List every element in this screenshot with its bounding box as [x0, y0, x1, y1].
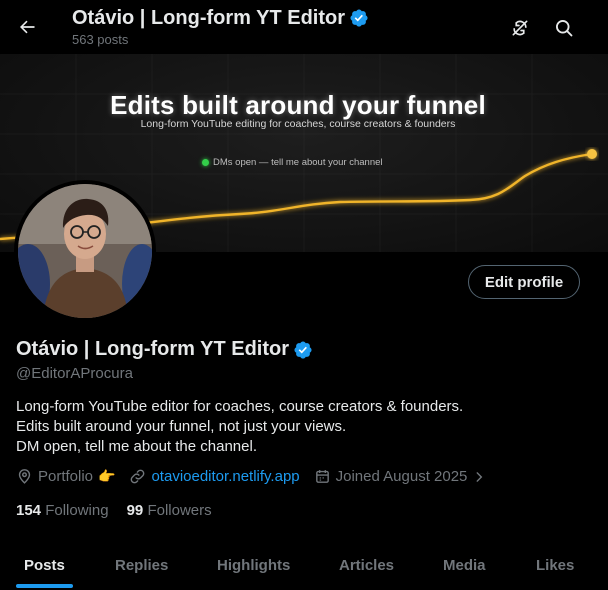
- banner-headline: Edits built around your funnel: [110, 90, 486, 120]
- no-refresh-icon: [512, 20, 528, 36]
- chevron-right-icon: [476, 471, 483, 482]
- followers-link[interactable]: 99 Followers: [127, 502, 212, 519]
- location-pin-icon: [18, 469, 31, 484]
- tab-highlights[interactable]: Highlights: [217, 540, 290, 590]
- edit-profile-button[interactable]: Edit profile: [468, 265, 580, 299]
- tab-likes[interactable]: Likes: [536, 540, 574, 590]
- followers-count: 99: [126, 502, 144, 519]
- online-dot-icon: [202, 159, 209, 166]
- bio-line: DM open, tell me about the channel.: [16, 438, 257, 455]
- avatar[interactable]: [14, 180, 156, 322]
- profile-meta: Portfolio 👉 otavioeditor.netlify.app Joi…: [16, 468, 500, 485]
- bio-line: Long-form YouTube editor for coaches, co…: [16, 398, 464, 415]
- bio-line: Edits built around your funnel, not just…: [16, 418, 347, 435]
- search-icon: [556, 20, 573, 37]
- hide-reposts-button[interactable]: [504, 12, 536, 44]
- post-count: 563 posts: [72, 32, 129, 47]
- banner-subline: Long-form YouTube editing for coaches, c…: [140, 118, 456, 130]
- header-title-text: Otávio | Long-form YT Editor: [72, 7, 345, 29]
- tab-posts[interactable]: Posts: [24, 540, 65, 590]
- joined-text: Joined August 2025: [335, 468, 468, 485]
- active-tab-indicator: [16, 584, 73, 588]
- back-button[interactable]: [10, 10, 44, 44]
- following-link[interactable]: 154 Following: [16, 502, 109, 519]
- tab-media[interactable]: Media: [443, 540, 486, 590]
- avatar-person-illustration: [18, 184, 152, 318]
- joined-item[interactable]: Joined August 2025: [314, 468, 487, 485]
- follow-stats: 154 Following 99 Followers: [16, 502, 212, 519]
- banner-status-text: DMs open — tell me about your channel: [213, 157, 383, 168]
- profile-bio: Long-form YouTube editor for coaches, co…: [16, 397, 463, 457]
- pointing-hand-emoji: 👉: [98, 468, 116, 484]
- location-text: Portfolio: [38, 468, 94, 485]
- profile-handle: @EditorAProcura: [16, 365, 133, 382]
- profile-name: Otávio | Long-form YT Editor: [16, 338, 313, 361]
- following-label: Following: [45, 502, 109, 519]
- back-arrow-icon: [20, 20, 35, 34]
- profile-name-text: Otávio | Long-form YT Editor: [16, 338, 289, 360]
- search-button[interactable]: [548, 12, 580, 44]
- header-title: Otávio | Long-form YT Editor: [72, 6, 369, 30]
- tab-articles[interactable]: Articles: [339, 540, 394, 590]
- profile-tabs: Posts Replies Highlights Articles Media …: [0, 540, 608, 590]
- verified-badge-icon[interactable]: [293, 340, 313, 360]
- calendar-icon: [315, 470, 329, 483]
- followers-label: Followers: [147, 502, 212, 519]
- website-link[interactable]: otavioeditor.netlify.app: [151, 468, 299, 485]
- following-count: 154: [16, 502, 42, 519]
- header-title-block: Otávio | Long-form YT Editor 563 posts: [72, 6, 369, 47]
- banner-dm-status: DMs open — tell me about your channel: [202, 157, 383, 168]
- top-bar: Otávio | Long-form YT Editor 563 posts: [0, 0, 608, 54]
- tab-replies[interactable]: Replies: [115, 540, 168, 590]
- link-icon: [131, 469, 145, 484]
- location-item: Portfolio 👉: [16, 468, 115, 485]
- website-item[interactable]: otavioeditor.netlify.app: [129, 468, 300, 485]
- avatar-photo: [18, 184, 152, 318]
- verified-badge-icon: [350, 9, 368, 27]
